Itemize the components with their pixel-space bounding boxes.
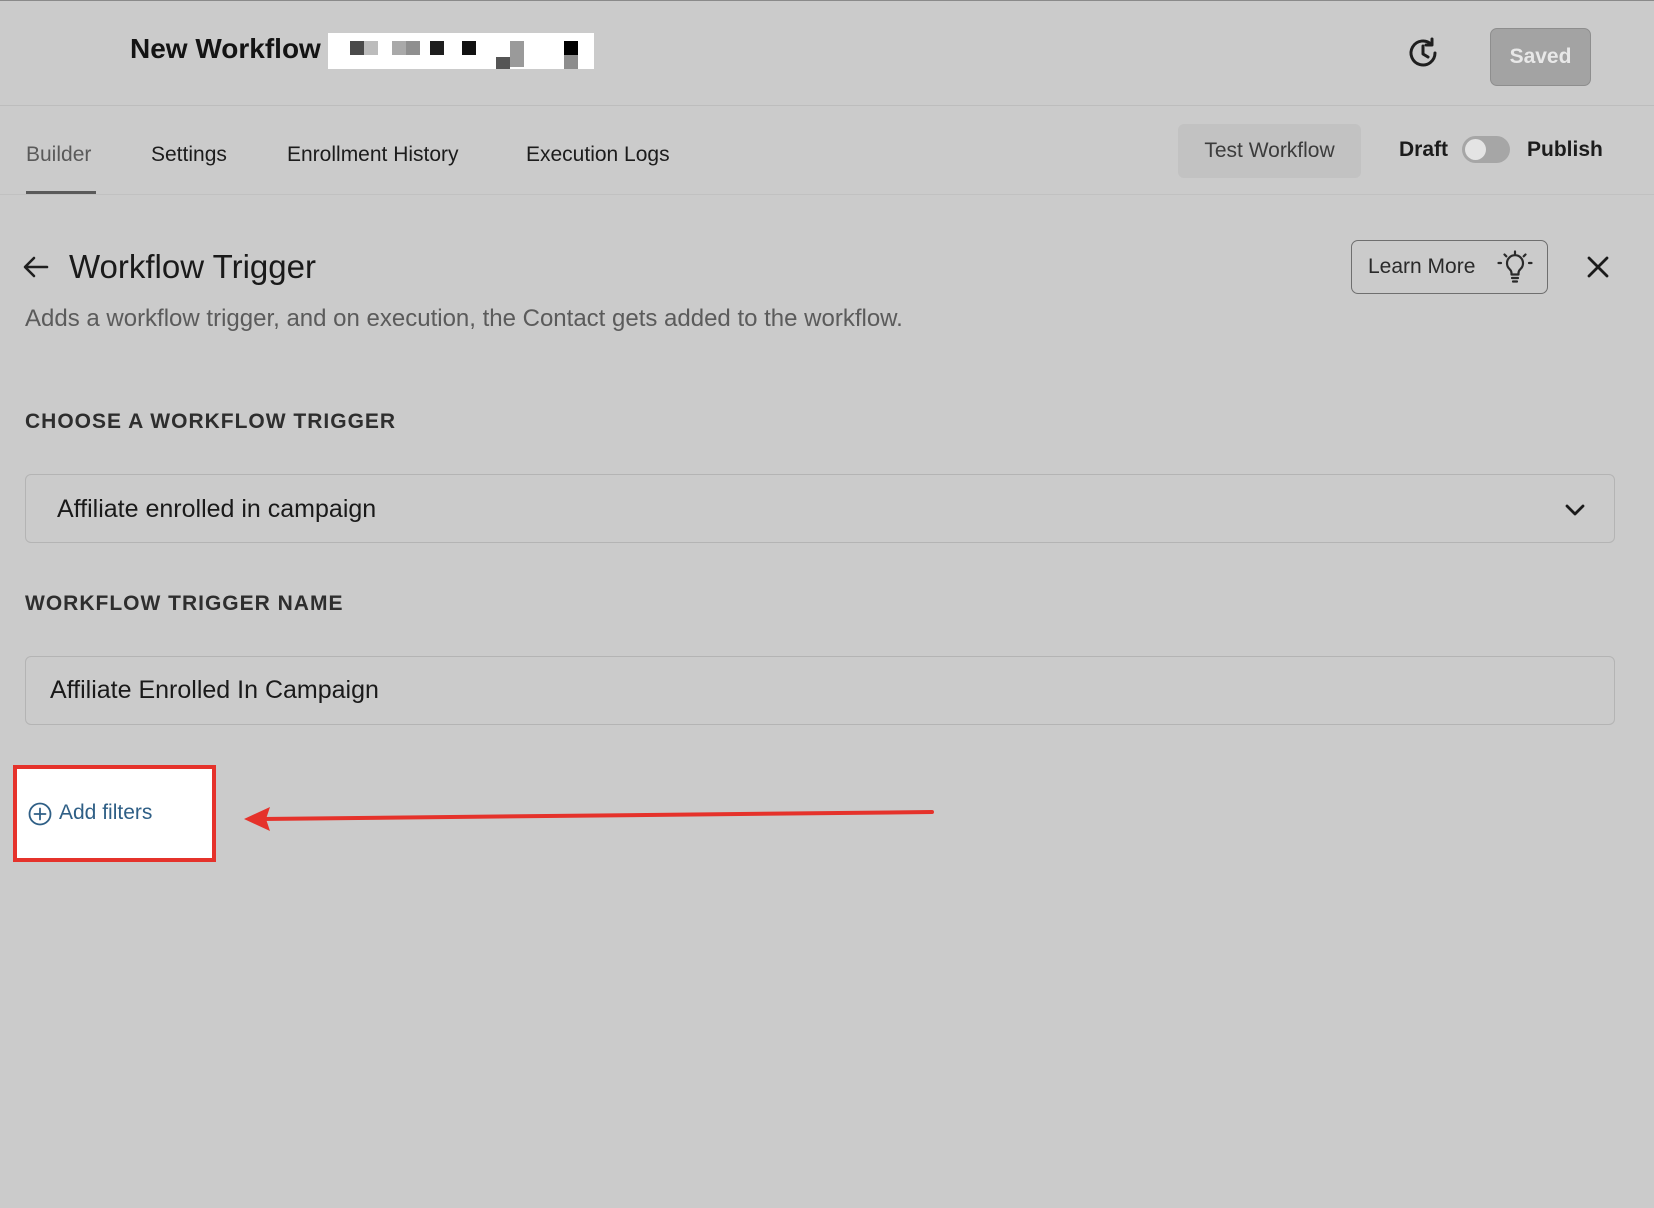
annotation-arrow (244, 807, 934, 831)
add-filters-link[interactable]: Add filters (59, 801, 152, 825)
publish-label: Publish (1527, 138, 1603, 161)
plus-circle-icon[interactable] (27, 801, 53, 827)
trigger-selected-value: Affiliate enrolled in campaign (57, 495, 377, 523)
arrow-left-icon[interactable] (20, 251, 52, 283)
toggle-knob (1465, 139, 1486, 160)
publish-toggle[interactable] (1462, 136, 1510, 163)
tab-enrollment-history[interactable]: Enrollment History (287, 143, 459, 167)
clock-history-icon[interactable] (1405, 35, 1441, 71)
add-filters-highlight: Add filters (13, 765, 216, 862)
tab-builder[interactable]: Builder (26, 143, 91, 167)
panel-description: Adds a workflow trigger, and on executio… (25, 305, 903, 332)
workflow-title[interactable]: New Workflow (130, 33, 321, 65)
learn-more-label: Learn More (1368, 255, 1476, 278)
close-icon[interactable] (1584, 253, 1612, 281)
learn-more-button[interactable]: Learn More (1351, 240, 1548, 294)
trigger-name-label: WORKFLOW TRIGGER NAME (25, 592, 344, 615)
saved-button[interactable]: Saved (1490, 28, 1591, 86)
lightbulb-icon (1497, 250, 1533, 283)
panel-title: Workflow Trigger (69, 248, 316, 285)
chevron-down-icon (1565, 504, 1585, 516)
tab-bar: Builder Settings Enrollment History Exec… (0, 107, 1654, 195)
active-tab-indicator (26, 191, 96, 194)
redacted-workflow-name (328, 33, 594, 69)
tab-execution-logs[interactable]: Execution Logs (526, 143, 670, 167)
trigger-name-input[interactable] (25, 656, 1615, 725)
trigger-select[interactable]: Affiliate enrolled in campaign (25, 474, 1615, 543)
draft-label: Draft (1399, 138, 1449, 161)
workflow-editor: New Workflow Saved Builder Settings Enro… (0, 0, 1654, 1208)
trigger-section-label: CHOOSE A WORKFLOW TRIGGER (25, 410, 397, 433)
tab-settings[interactable]: Settings (151, 143, 227, 167)
top-header: New Workflow Saved (0, 1, 1654, 106)
test-workflow-button[interactable]: Test Workflow (1178, 124, 1361, 178)
